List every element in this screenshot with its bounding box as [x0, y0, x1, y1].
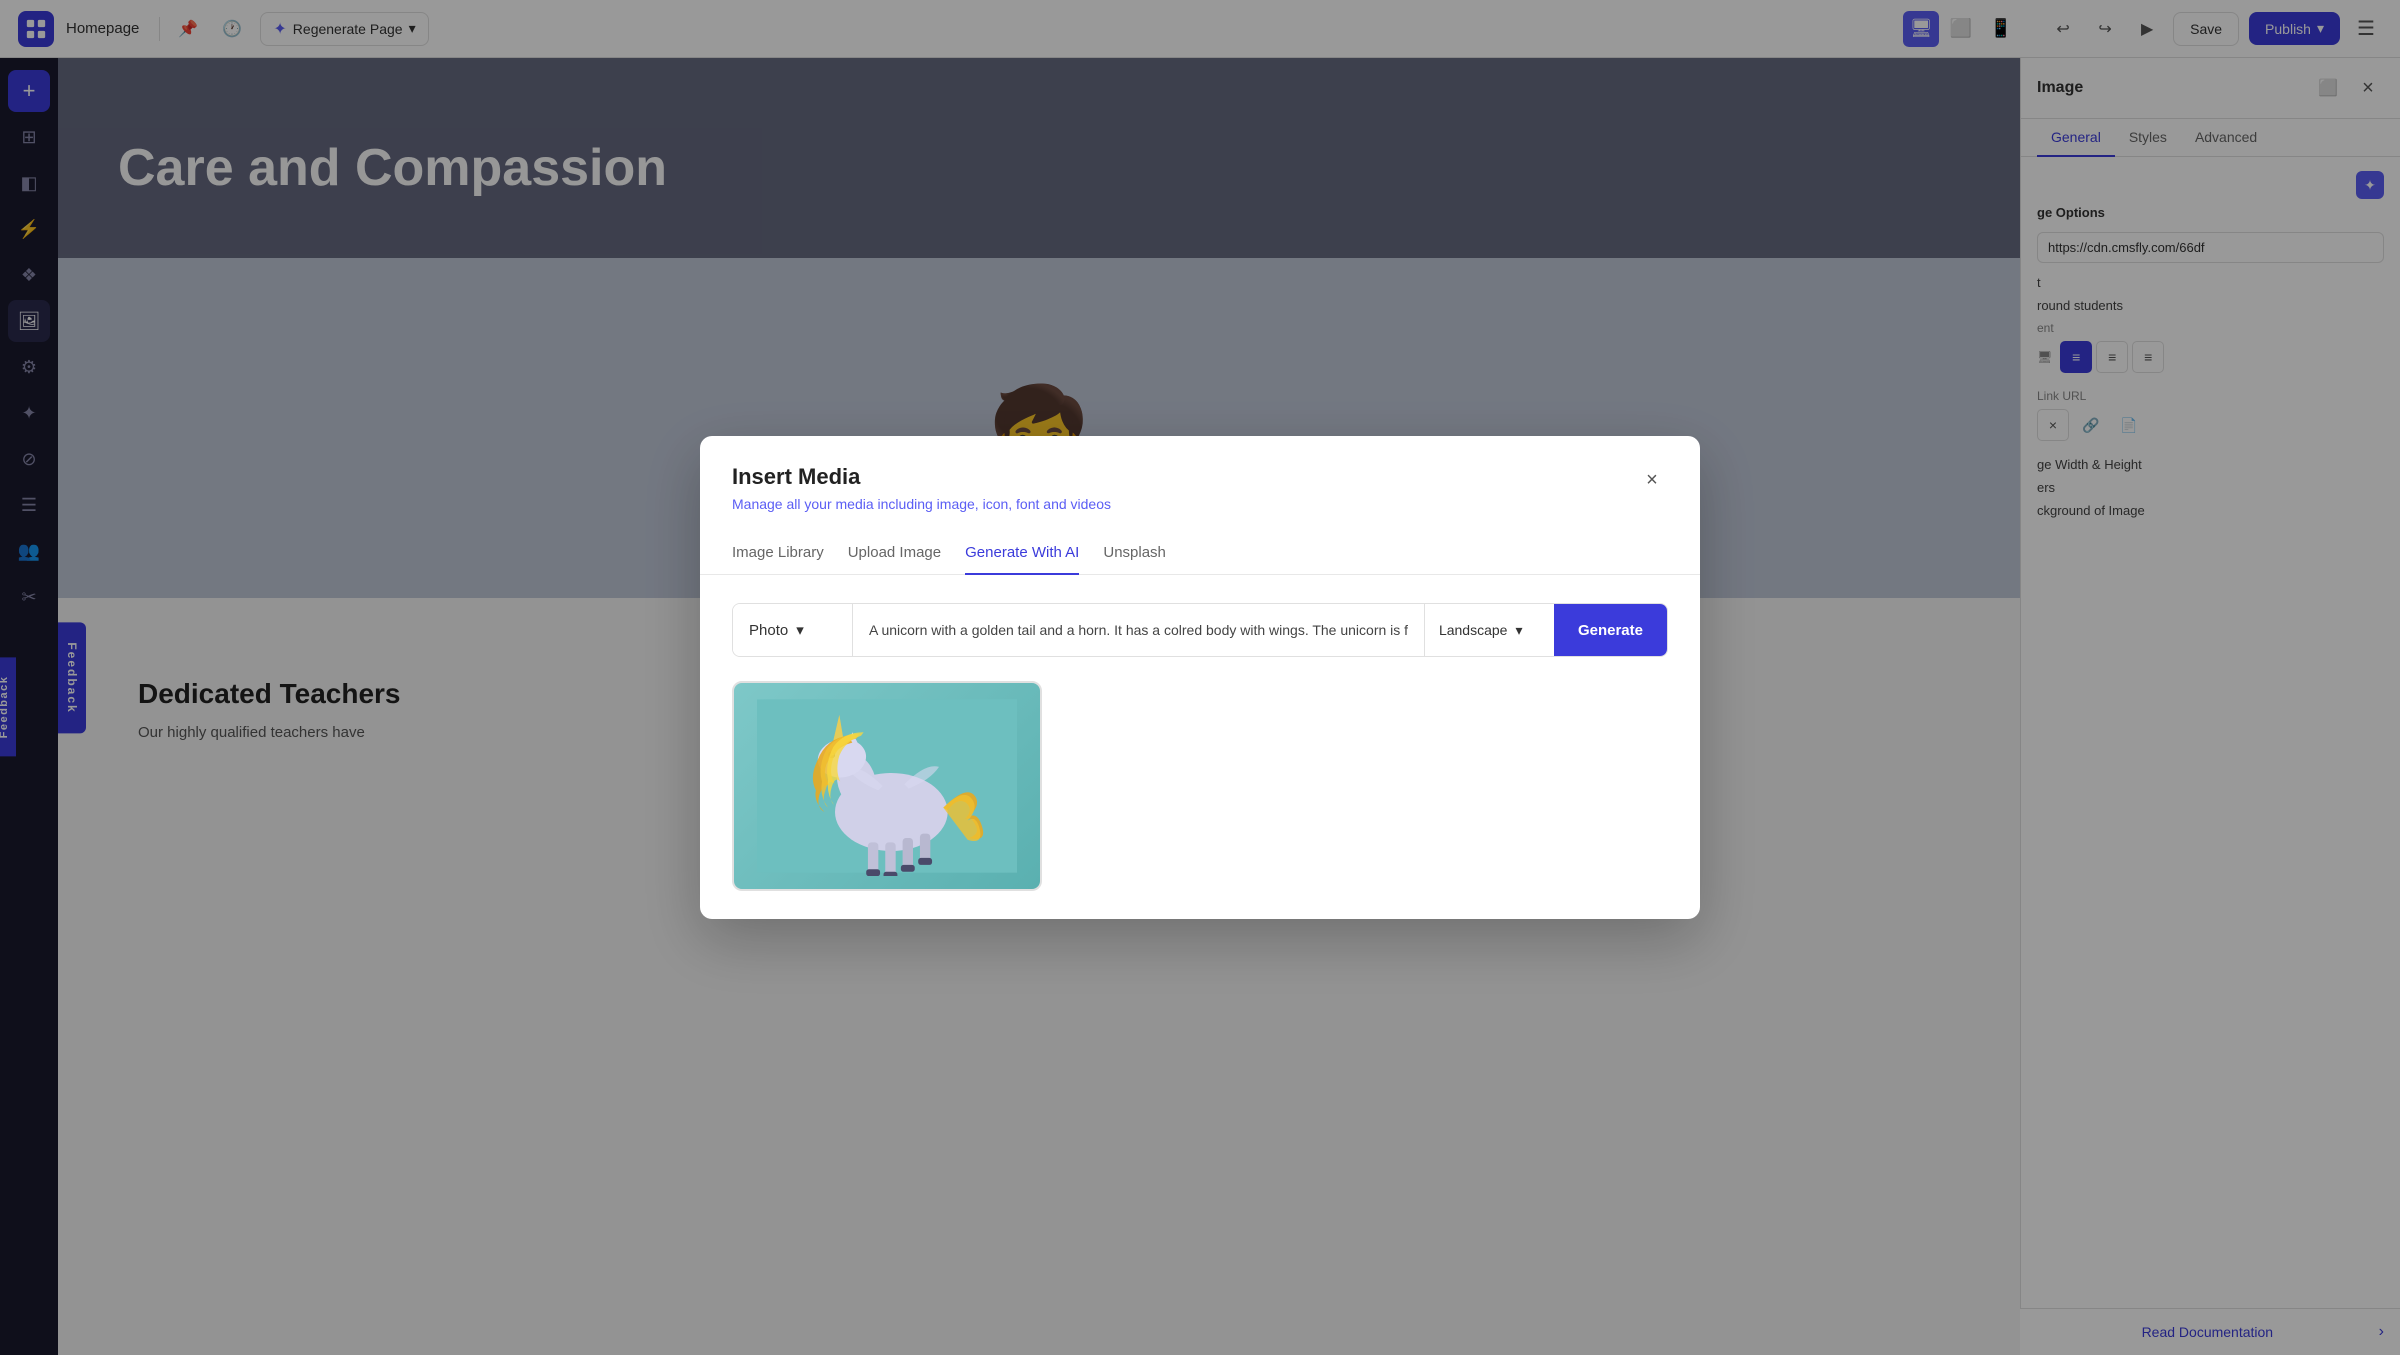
modal-tabs: Image Library Upload Image Generate With…: [700, 532, 1700, 575]
modal-overlay: Insert Media Manage all your media inclu…: [0, 0, 2400, 1355]
modal-tab-image-library[interactable]: Image Library: [732, 532, 824, 575]
type-chevron-icon: ▾: [796, 621, 804, 639]
orientation-select[interactable]: Landscape ▾: [1424, 604, 1554, 656]
insert-media-modal: Insert Media Manage all your media inclu…: [700, 436, 1700, 919]
orientation-chevron-icon: ▾: [1515, 622, 1522, 639]
modal-subtitle: Manage all your media including image, i…: [732, 496, 1111, 512]
modal-body: Photo ▾ Landscape ▾ Generate: [700, 575, 1700, 919]
modal-tab-unsplash[interactable]: Unsplash: [1103, 532, 1166, 575]
image-type-value: Photo: [749, 622, 788, 639]
modal-tab-generate-ai[interactable]: Generate With AI: [965, 532, 1079, 575]
generate-controls: Photo ▾ Landscape ▾ Generate: [732, 603, 1668, 657]
modal-header-left: Insert Media Manage all your media inclu…: [732, 464, 1111, 512]
orientation-value: Landscape: [1439, 622, 1508, 638]
modal-title: Insert Media: [732, 464, 1111, 490]
modal-close-button[interactable]: ×: [1636, 464, 1668, 496]
modal-header: Insert Media Manage all your media inclu…: [700, 436, 1700, 512]
generated-images-container: [732, 681, 1668, 891]
modal-tab-upload-image[interactable]: Upload Image: [848, 532, 941, 575]
generate-button[interactable]: Generate: [1554, 604, 1667, 656]
unicorn-image: [757, 696, 1017, 876]
image-type-select[interactable]: Photo ▾: [733, 604, 853, 656]
generated-image-1[interactable]: [732, 681, 1042, 891]
prompt-input[interactable]: [853, 604, 1424, 656]
